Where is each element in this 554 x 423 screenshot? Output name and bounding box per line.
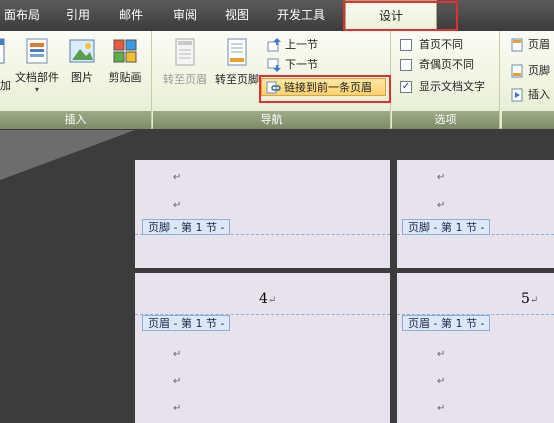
page-3-bottom[interactable]: ↵ ↵ ↵ 页脚 - 第 1 节 - (135, 160, 390, 268)
insert-group-label: 插入 (0, 111, 151, 129)
link-icon (266, 81, 281, 94)
background-decoration (0, 130, 135, 180)
insert-group: 加 文档部件 ▾ 图片 剪贴画 插入 (0, 31, 152, 129)
footer-position-button[interactable]: 页脚 (510, 62, 550, 80)
quick-parts-label: 文档部件 (15, 71, 59, 84)
picture-label: 图片 (71, 71, 93, 84)
tab-review[interactable]: 审阅 (162, 0, 208, 31)
position-group-label (502, 111, 554, 129)
paragraph-mark: ↵ (173, 200, 182, 211)
clip-art-label: 剪贴画 (108, 71, 142, 84)
page-5-top[interactable]: 5↵ 页眉 - 第 1 节 - ↵ ↵ ↵ (397, 273, 554, 423)
footer-section-tag: 页脚 - 第 1 节 - (142, 219, 231, 235)
tab-developer[interactable]: 开发工具 (268, 0, 334, 31)
goto-footer-button[interactable]: 转至页脚 (211, 35, 263, 107)
quick-parts-button[interactable]: 文档部件 ▾ (8, 35, 66, 107)
previous-section-icon (267, 38, 281, 52)
page-number-value: 4 (259, 291, 268, 307)
ribbon: 加 文档部件 ▾ 图片 剪贴画 插入 转至页眉 转至页脚 上一节 下一节 链接到… (0, 31, 554, 129)
next-section-button[interactable]: 下一节 (267, 56, 318, 74)
header-position-label: 页眉 (528, 38, 550, 51)
first-page-checkbox-box (400, 39, 412, 51)
alignment-tab-icon (511, 88, 523, 102)
page-4-top[interactable]: 4↵ 页眉 - 第 1 节 - ↵ ↵ ↵ (135, 273, 390, 423)
navigation-group-label: 导航 (153, 111, 390, 129)
footer-position-label: 页脚 (528, 64, 550, 77)
page-number-value: 5 (521, 291, 530, 307)
tab-references[interactable]: 引用 (56, 0, 100, 31)
page-number: 5↵ (521, 291, 538, 307)
next-section-label: 下一节 (285, 58, 318, 71)
header-position-icon (511, 38, 523, 52)
paragraph-mark: ↵ (437, 376, 446, 387)
page-4-bottom[interactable]: ↵ ↵ ↵ 页脚 - 第 1 节 - (397, 160, 554, 268)
show-document-text-label: 显示文档文字 (419, 80, 485, 93)
page-number: 4↵ (259, 291, 276, 307)
clip-art-button[interactable]: 剪贴画 (102, 35, 148, 107)
link-to-previous-label: 链接到前一条页眉 (284, 81, 372, 94)
paragraph-mark: ↵ (267, 295, 277, 306)
chevron-down-icon: ▾ (34, 85, 39, 94)
goto-header-label: 转至页眉 (163, 73, 207, 86)
goto-header-icon (175, 38, 195, 66)
goto-footer-icon (227, 38, 247, 66)
first-page-different-label: 首页不同 (419, 38, 463, 51)
paragraph-mark: ↵ (173, 403, 182, 414)
tab-view[interactable]: 视图 (214, 0, 260, 31)
odd-even-different-checkbox[interactable]: 奇偶页不同 (400, 56, 474, 74)
clip-art-icon (113, 39, 137, 63)
quick-parts-icon (26, 38, 48, 64)
odd-even-checkbox-box (400, 59, 412, 71)
show-document-text-checkbox[interactable]: ✓ 显示文档文字 (400, 78, 485, 96)
header-section-tag: 页眉 - 第 1 节 - (142, 315, 231, 331)
word-window: 面布局 引用 邮件 审阅 视图 开发工具 设计 加 文档部件 ▾ 图片 剪贴画 … (0, 0, 554, 423)
previous-section-button[interactable]: 上一节 (267, 36, 318, 54)
paragraph-mark: ↵ (529, 295, 539, 306)
first-page-different-checkbox[interactable]: 首页不同 (400, 36, 463, 54)
paragraph-mark: ↵ (173, 349, 182, 360)
goto-header-button[interactable]: 转至页眉 (157, 35, 213, 107)
insert-alignment-tab-button[interactable]: 插入 (510, 86, 550, 104)
footer-section-tag: 页脚 - 第 1 节 - (402, 219, 491, 235)
footer-position-icon (511, 64, 523, 78)
paragraph-mark: ↵ (173, 172, 182, 183)
odd-even-different-label: 奇偶页不同 (419, 58, 474, 71)
previous-section-label: 上一节 (285, 38, 318, 51)
paragraph-mark: ↵ (437, 403, 446, 414)
tab-mailings[interactable]: 邮件 (108, 0, 154, 31)
paragraph-mark: ↵ (437, 200, 446, 211)
tab-page-layout[interactable]: 面布局 (0, 0, 44, 31)
paragraph-mark: ↵ (173, 376, 182, 387)
insert-alignment-tab-label: 插入 (528, 88, 550, 101)
paragraph-mark: ↵ (437, 172, 446, 183)
header-section-tag: 页眉 - 第 1 节 - (402, 315, 491, 331)
next-section-icon (267, 58, 281, 72)
position-group: 页眉 页脚 插入 (502, 31, 554, 129)
navigation-group: 转至页眉 转至页脚 上一节 下一节 链接到前一条页眉 导航 (153, 31, 391, 129)
tab-design[interactable]: 设计 (345, 0, 437, 31)
picture-button[interactable]: 图片 (64, 35, 100, 107)
paragraph-mark: ↵ (437, 349, 446, 360)
header-position-button[interactable]: 页眉 (510, 36, 550, 54)
ribbon-tab-bar: 面布局 引用 邮件 审阅 视图 开发工具 设计 (0, 0, 554, 31)
options-group: 首页不同 奇偶页不同 ✓ 显示文档文字 选项 (392, 31, 500, 129)
link-to-previous-button[interactable]: 链接到前一条页眉 (261, 78, 386, 96)
checkmark-icon: ✓ (400, 81, 412, 93)
document-area: ↵ ↵ ↵ 页脚 - 第 1 节 - ↵ ↵ ↵ 页脚 - 第 1 节 - 4↵… (0, 130, 554, 423)
goto-footer-label: 转至页脚 (215, 73, 259, 86)
picture-icon (69, 39, 95, 63)
options-group-label: 选项 (392, 111, 499, 129)
